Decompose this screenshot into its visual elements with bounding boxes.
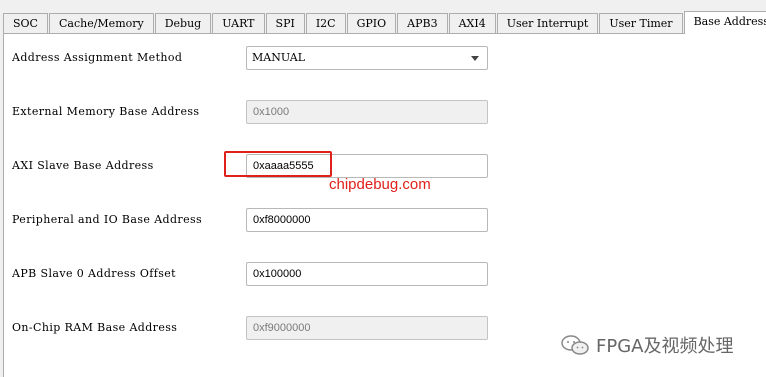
- chevron-down-icon: [471, 56, 479, 61]
- onchip-ram-label: On-Chip RAM Base Address: [12, 321, 178, 334]
- brand-watermark: FPGA及视频处理: [560, 332, 733, 358]
- brand-text: FPGA及视频处理: [596, 336, 734, 357]
- peripheral-io-label: Peripheral and IO Base Address: [12, 213, 203, 226]
- tab-base-address[interactable]: Base Address: [683, 11, 766, 34]
- external-memory-label: External Memory Base Address: [12, 105, 200, 118]
- tab-soc[interactable]: SOC: [3, 13, 48, 33]
- base-address-panel: Address Assignment Method MANUAL Externa…: [3, 33, 766, 377]
- tab-axi4[interactable]: AXI4: [448, 13, 496, 33]
- onchip-ram-field: [246, 316, 488, 340]
- tab-user-interrupt[interactable]: User Interrupt: [496, 13, 599, 33]
- tab-user-timer[interactable]: User Timer: [599, 13, 683, 33]
- external-memory-field: [246, 100, 488, 124]
- wechat-icon: [561, 335, 589, 355]
- address-assignment-label: Address Assignment Method: [12, 51, 183, 64]
- tab-bar: SOC Cache/Memory Debug UART SPI I2C GPIO…: [0, 0, 766, 34]
- tab-gpio[interactable]: GPIO: [346, 13, 397, 33]
- tab-debug[interactable]: Debug: [154, 13, 212, 33]
- base-address-window: SOC Cache/Memory Debug UART SPI I2C GPIO…: [0, 0, 766, 377]
- axi-slave-field[interactable]: [246, 154, 488, 178]
- peripheral-io-row: Peripheral and IO Base Address: [4, 208, 764, 234]
- tab-uart[interactable]: UART: [212, 13, 265, 33]
- address-assignment-row: Address Assignment Method MANUAL: [4, 46, 764, 72]
- address-assignment-value: MANUAL: [252, 51, 306, 64]
- axi-slave-label: AXI Slave Base Address: [12, 159, 154, 172]
- external-memory-row: External Memory Base Address: [4, 100, 764, 126]
- apb-slave-label: APB Slave 0 Address Offset: [12, 267, 176, 280]
- apb-slave-row: APB Slave 0 Address Offset: [4, 262, 764, 288]
- apb-slave-field[interactable]: [246, 262, 488, 286]
- peripheral-io-field[interactable]: [246, 208, 488, 232]
- tab-spi[interactable]: SPI: [265, 13, 305, 33]
- address-assignment-select[interactable]: MANUAL: [246, 46, 488, 70]
- tab-cache-memory[interactable]: Cache/Memory: [48, 13, 154, 33]
- tab-list: SOC Cache/Memory Debug UART SPI I2C GPIO…: [3, 11, 766, 34]
- tab-apb3[interactable]: APB3: [397, 13, 448, 33]
- site-watermark: chipdebug.com: [329, 176, 431, 193]
- tab-i2c[interactable]: I2C: [305, 13, 346, 33]
